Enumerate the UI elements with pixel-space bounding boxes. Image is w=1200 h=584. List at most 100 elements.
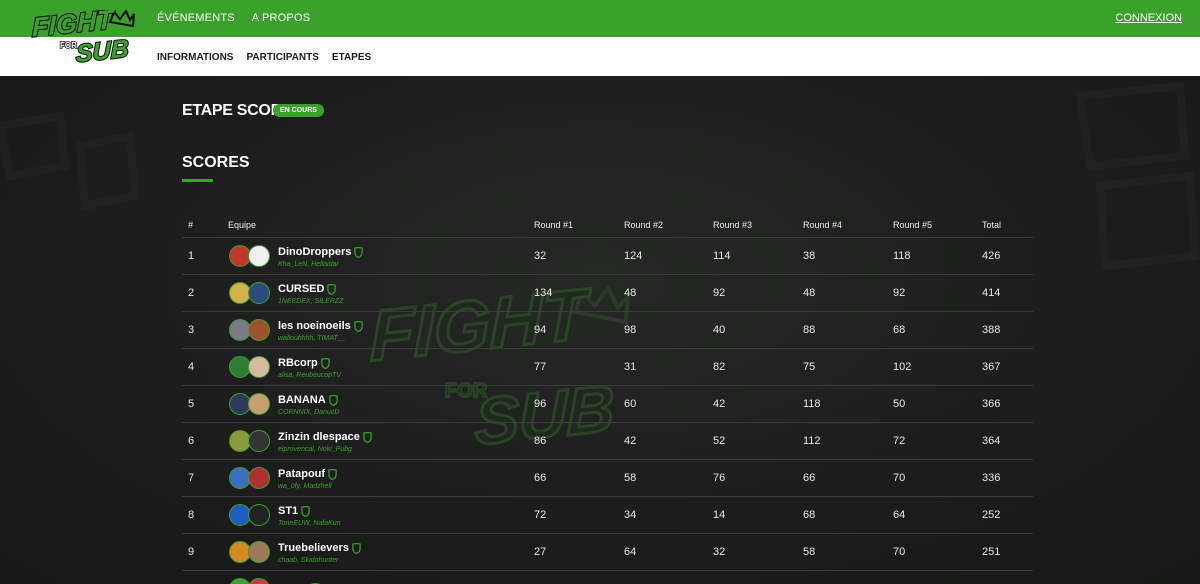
team-cell[interactable]: RBcorp alisa, ReubeucopTV [229,355,341,381]
team-cell[interactable]: BANANA CORNNIX, DanucD [229,392,339,418]
team-cell[interactable]: Truebelievers chaab, Skidohunter [229,540,361,566]
team-avatars [229,356,275,380]
team-name[interactable]: RBcorp [278,357,318,369]
team-cell[interactable]: Zinzin dlespace elprovencal, Noki_Pubg [229,429,372,455]
table-row[interactable]: 4 RBcorp alisa, ReubeucopTV 77 31 82 75 … [182,349,1033,386]
logo-text-mid: FOR [60,41,77,50]
team-avatars [229,578,275,584]
team-cell[interactable]: ST1 ToneEUW, NafaKun [229,503,341,529]
score-round-5: 68 [893,324,906,336]
table-row[interactable]: 6 Zinzin dlespace elprovencal, Noki_Pubg… [182,423,1033,460]
score-round-4: 58 [803,546,816,558]
team-name-line: ST1 [278,505,341,517]
main-nav: ÉVÉNEMENTS A PROPOS [157,12,310,24]
team-cell[interactable]: FDPC [229,577,320,584]
table-row[interactable]: 5 BANANA CORNNIX, DanucD 96 60 42 118 50… [182,386,1033,423]
sub-navbar: INFORMATIONS PARTICIPANTS ETAPES [0,37,1200,76]
table-row[interactable]: 8 ST1 ToneEUW, NafaKun 72 34 14 68 64 25… [182,497,1033,534]
score-round-3: 52 [713,435,726,447]
team-name[interactable]: BANANA [278,394,326,406]
row-rank: 9 [188,546,195,558]
team-name-line: Truebelievers [278,542,361,554]
row-rank: 7 [188,472,195,484]
score-total: 336 [982,472,1001,484]
team-name-line: Zinzin dlespace [278,431,372,443]
table-row[interactable]: 7 Patapouf wa_0fy, Madzhell 66 58 76 66 … [182,460,1033,497]
team-name[interactable]: DinoDroppers [278,246,351,258]
team-info: ST1 ToneEUW, NafaKun [278,505,341,527]
team-info: Zinzin dlespace elprovencal, Noki_Pubg [278,431,372,453]
team-avatars [229,282,275,306]
row-rank: 6 [188,435,195,447]
score-round-4: 88 [803,324,816,336]
team-cell[interactable]: CURSED 1NEEDEX, SILERZZ [229,281,343,307]
shield-icon [354,246,364,258]
row-rank: 1 [188,250,195,262]
nav-about-link[interactable]: A PROPOS [252,12,310,24]
team-name-line: CURSED [278,283,343,295]
score-round-4: 66 [803,472,816,484]
fightforsub-logo[interactable]: FIGHT FOR SUB [30,10,136,66]
nav-events-link[interactable]: ÉVÉNEMENTS [157,12,235,24]
team-cell[interactable]: Patapouf wa_0fy, Madzhell [229,466,337,492]
team-avatars [229,504,275,528]
table-header: # Equipe Round #1 Round #2 Round #3 Roun… [182,212,1033,238]
row-rank: 2 [188,287,195,299]
score-round-2: 42 [624,435,637,447]
team-name[interactable]: Truebelievers [278,542,349,554]
score-round-2: 48 [624,287,637,299]
row-rank: 5 [188,398,195,410]
tab-informations[interactable]: INFORMATIONS [157,52,233,63]
main-content: FIGHT FOR SUB ETAPE SCORE EN COURS SCORE… [0,76,1200,584]
team-cell[interactable]: DinoDroppers Kha_LeN, Hellaidar [229,244,364,270]
team-name[interactable]: les noeinoeils [278,320,351,332]
team-players: wa_0fy, Madzhell [278,483,332,490]
score-round-2: 124 [624,250,643,262]
tab-etapes[interactable]: ETAPES [332,52,371,63]
score-round-2: 64 [624,546,637,558]
avatar [248,504,270,526]
avatar [248,356,270,378]
team-name-line: RBcorp [278,357,341,369]
login-link[interactable]: CONNEXION [1115,12,1182,24]
score-round-4: 75 [803,361,816,373]
team-name[interactable]: Patapouf [278,468,325,480]
avatar [248,245,270,267]
team-info: BANANA CORNNIX, DanucD [278,394,339,416]
shield-icon [363,431,372,443]
team-cell[interactable]: les noeinoeils wallouhhhh, TIMAT__ [229,318,363,344]
avatar [248,467,270,489]
team-players: Kha_LeN, Hellaidar [278,261,339,268]
score-total: 426 [982,250,1001,262]
score-round-1: 72 [534,509,547,521]
table-row[interactable]: 9 Truebelievers chaab, Skidohunter 27 64… [182,534,1033,571]
team-name-line: les noeinoeils [278,320,363,332]
score-round-3: 32 [713,546,726,558]
table-row[interactable]: FDPC [182,571,1033,584]
header-total: Total [982,219,1002,230]
team-players: alisa, ReubeucopTV [278,372,342,379]
score-total: 414 [982,287,1001,299]
score-round-5: 50 [893,398,906,410]
team-players: chaab, Skidohunter [278,557,339,564]
table-row[interactable]: 2 CURSED 1NEEDEX, SILERZZ 134 48 92 48 9… [182,275,1033,312]
team-players: elprovencal, Noki_Pubg [278,446,352,453]
score-round-1: 77 [534,361,547,373]
table-row[interactable]: 3 les noeinoeils wallouhhhh, TIMAT__ 94 … [182,312,1033,349]
team-name[interactable]: CURSED [278,283,324,295]
shield-icon [352,542,361,554]
avatar [248,319,270,341]
table-row[interactable]: 1 DinoDroppers Kha_LeN, Hellaidar 32 124… [182,238,1033,275]
team-avatars [229,319,275,343]
scores-table: # Equipe Round #1 Round #2 Round #3 Roun… [182,212,1033,584]
row-rank: 4 [188,361,195,373]
team-name[interactable]: Zinzin dlespace [278,431,360,443]
table-body: 1 DinoDroppers Kha_LeN, Hellaidar 32 124… [182,238,1033,584]
score-round-2: 98 [624,324,637,336]
team-name[interactable]: ST1 [278,505,298,517]
team-name-line: BANANA [278,394,339,406]
tab-participants[interactable]: PARTICIPANTS [246,52,318,63]
score-total: 251 [982,546,1001,558]
score-round-4: 118 [803,398,821,410]
team-info: DinoDroppers Kha_LeN, Hellaidar [278,246,364,268]
